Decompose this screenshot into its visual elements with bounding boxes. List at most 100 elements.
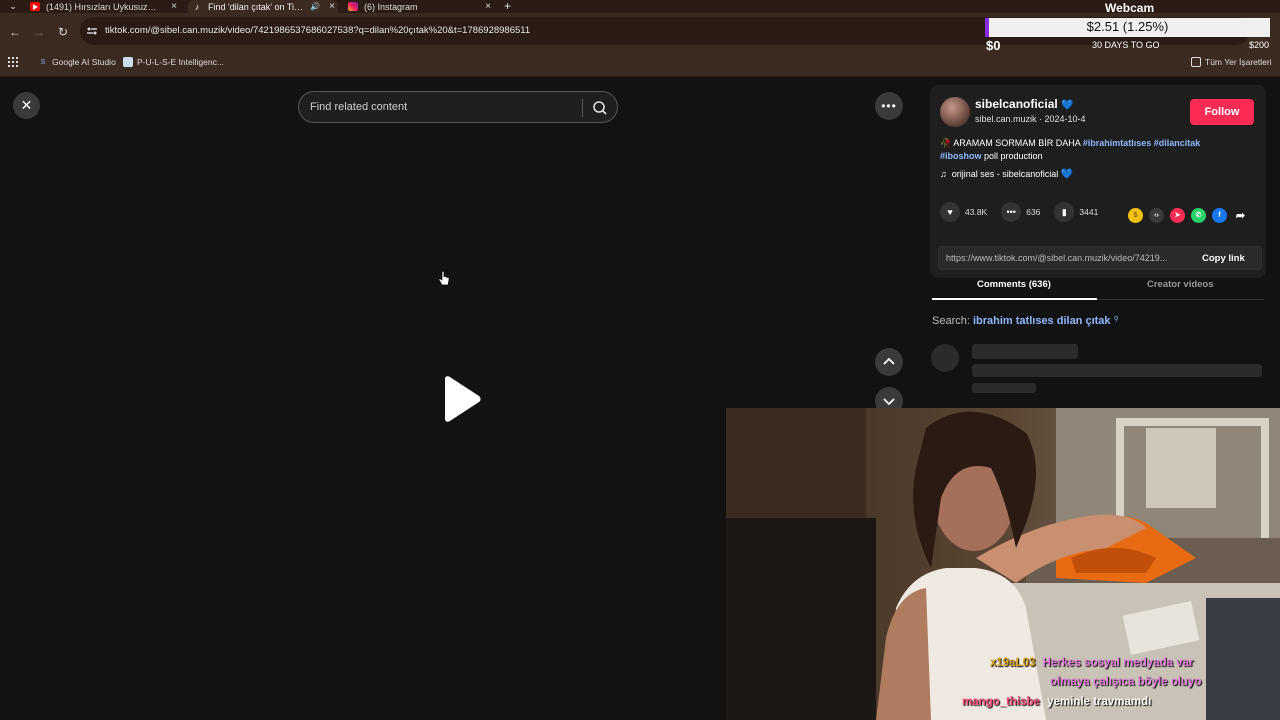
- share-options: $ ‹› ➤ ✆ f ➦: [1128, 207, 1254, 223]
- chat-username: mango_thisbe: [962, 696, 1040, 708]
- all-bookmarks[interactable]: Tüm Yer İşaretleri: [1191, 57, 1272, 67]
- chat-message: x19aL03 Herkes sosyal medyada var: [990, 657, 1194, 669]
- music-note-icon: ♫: [940, 169, 947, 179]
- bookmarks-bar: S Google AI Studio P-U-L-S-E Intelligenc…: [0, 50, 1280, 77]
- like-count: 43.8K: [965, 207, 988, 217]
- more-options-button[interactable]: •••: [875, 92, 903, 120]
- new-tab-button[interactable]: +: [504, 0, 511, 13]
- search-divider: [582, 99, 583, 117]
- bookmark-pulse[interactable]: P-U-L-S-E Intelligenc...: [123, 57, 224, 67]
- hashtag-link[interactable]: #ibrahimtatlıses: [1083, 138, 1152, 148]
- donation-days-left: 30 DAYS TO GO: [1092, 40, 1160, 50]
- play-icon[interactable]: [439, 375, 483, 423]
- chat-text: yeminle travmamdı: [1047, 696, 1152, 708]
- reload-icon[interactable]: ↻: [55, 25, 71, 39]
- search-bar[interactable]: Find related content: [298, 91, 618, 123]
- chat-message: olmaya çalışıca böyle oluyo: [1050, 676, 1201, 688]
- url-text[interactable]: tiktok.com/@sibel.can.muzik/video/742198…: [105, 25, 530, 36]
- webcam-scene-image: [726, 408, 1280, 720]
- bookmark-google-ai-studio[interactable]: S Google AI Studio: [38, 57, 116, 67]
- back-arrow-icon[interactable]: ←: [7, 25, 23, 39]
- whatsapp-icon[interactable]: ✆: [1191, 207, 1206, 223]
- follow-button[interactable]: Follow: [1190, 99, 1254, 125]
- close-tab-icon[interactable]: ×: [326, 0, 338, 13]
- send-icon[interactable]: ➤: [1170, 207, 1185, 223]
- embed-icon[interactable]: ‹›: [1149, 207, 1164, 223]
- bookmark-label: Google AI Studio: [52, 57, 116, 67]
- tab-creator-videos[interactable]: Creator videos: [1147, 279, 1214, 290]
- close-video-button[interactable]: ✕: [13, 92, 40, 119]
- forward-arrow-icon[interactable]: →: [31, 25, 47, 39]
- copy-link-button[interactable]: Copy link: [1202, 253, 1245, 264]
- tab-instagram[interactable]: (6) Instagram ×: [348, 0, 494, 13]
- tab-comments[interactable]: Comments (636): [977, 279, 1051, 290]
- folder-icon: [1191, 57, 1201, 67]
- donation-min: $0: [986, 38, 1001, 53]
- apps-grid-icon[interactable]: [8, 57, 18, 67]
- author-username[interactable]: sibelcanoficial 💙: [975, 97, 1074, 111]
- caption-text: 🥀 ARAMAM SORMAM BİR DAHA: [940, 138, 1081, 148]
- engagement-stats: ♥ 43.8K ••• 636 ▮ 3441: [940, 202, 1112, 222]
- more-dots-icon: •••: [881, 99, 897, 113]
- related-search-suggestion[interactable]: Search: ibrahim tatlıses dilan çıtak ⚲: [932, 315, 1119, 327]
- username-text: sibelcanoficial: [975, 97, 1058, 111]
- search-term[interactable]: ibrahim tatlıses dilan çıtak: [973, 315, 1111, 327]
- instagram-icon: [348, 2, 358, 11]
- chevron-down-icon: [883, 398, 895, 406]
- comment-skeleton-avatar: [931, 344, 959, 372]
- comment-count: 636: [1026, 207, 1041, 217]
- tiktok-icon: ♪: [194, 1, 200, 12]
- comment-icon: •••: [1001, 202, 1022, 222]
- comment-skeleton-line: [972, 344, 1078, 359]
- sidebar-tabs: Comments (636) Creator videos: [932, 274, 1264, 300]
- ai-studio-icon: S: [40, 58, 46, 66]
- tab-title: (1491) Hırsızları Uykusuz Bırakan: [46, 1, 158, 12]
- like-button[interactable]: ♥ 43.8K: [940, 202, 987, 222]
- verified-badge-icon: 💙: [1060, 169, 1074, 180]
- donation-goal-label: Webcam: [1105, 1, 1155, 15]
- search-icon[interactable]: [590, 98, 610, 118]
- tab-youtube[interactable]: (1491) Hırsızları Uykusuz Bırakan ×: [30, 0, 180, 13]
- active-tab-indicator: [932, 298, 1097, 300]
- search-input[interactable]: Find related content: [310, 101, 407, 113]
- coin-icon[interactable]: $: [1128, 207, 1143, 223]
- youtube-icon: [30, 2, 40, 11]
- share-arrow-icon[interactable]: ➦: [1233, 208, 1248, 223]
- chat-username: x19aL03: [990, 657, 1036, 669]
- caption-suffix: poll production: [984, 151, 1043, 161]
- donation-goal-overlay: Webcam $2.51 (1.25%) $0 30 DAYS TO GO $2…: [985, 0, 1280, 53]
- webcam-feed: x19aL03 Herkes sosyal medyada var olmaya…: [726, 408, 1280, 720]
- hand-cursor-icon: [438, 271, 450, 286]
- avatar[interactable]: [940, 97, 970, 127]
- site-info-icon[interactable]: [86, 25, 98, 37]
- chat-text: Herkes sosyal medyada var: [1042, 657, 1194, 669]
- hashtag-link[interactable]: #dilancitak: [1154, 138, 1201, 148]
- bookmark-label: P-U-L-S-E Intelligenc...: [137, 57, 224, 67]
- comment-button[interactable]: ••• 636: [1001, 202, 1040, 222]
- video-link-text[interactable]: https://www.tiktok.com/@sibel.can.muzik/…: [946, 253, 1188, 263]
- music-link[interactable]: ♫ orijinal ses - sibelcanoficial 💙: [940, 169, 1073, 180]
- tab-tiktok[interactable]: ♪ Find 'dilan çıtak' on TikTok 🔊 ×: [188, 0, 338, 13]
- close-tab-icon[interactable]: ×: [482, 0, 494, 13]
- tab-search-dropdown-icon[interactable]: ⌄: [4, 0, 22, 13]
- previous-video-button[interactable]: [875, 348, 903, 376]
- video-caption: 🥀 ARAMAM SORMAM BİR DAHA #ibrahimtatlıse…: [940, 137, 1230, 163]
- tab-title: (6) Instagram: [364, 1, 418, 12]
- all-bookmarks-label: Tüm Yer İşaretleri: [1205, 57, 1272, 67]
- share-link-row: https://www.tiktok.com/@sibel.can.muzik/…: [938, 246, 1262, 270]
- heart-icon: ♥: [940, 202, 960, 222]
- save-count: 3441: [1079, 207, 1099, 217]
- chat-message: mango_thisbe yeminle travmamdı: [962, 696, 1151, 708]
- chevron-up-icon: [883, 357, 895, 365]
- music-title: orijinal ses - sibelcanoficial: [951, 169, 1059, 179]
- chat-text: olmaya çalışıca böyle oluyo: [1050, 676, 1202, 688]
- comment-skeleton-line: [972, 364, 1262, 377]
- bookmark-icon: ▮: [1054, 202, 1075, 222]
- donation-max: $200: [1249, 40, 1270, 50]
- save-button[interactable]: ▮ 3441: [1054, 202, 1098, 222]
- facebook-icon[interactable]: f: [1212, 207, 1227, 223]
- verified-badge-icon: 💙: [1061, 100, 1074, 111]
- audio-playing-icon[interactable]: 🔊: [310, 0, 320, 13]
- hashtag-link[interactable]: #iboshow: [940, 151, 982, 161]
- close-tab-icon[interactable]: ×: [168, 0, 180, 13]
